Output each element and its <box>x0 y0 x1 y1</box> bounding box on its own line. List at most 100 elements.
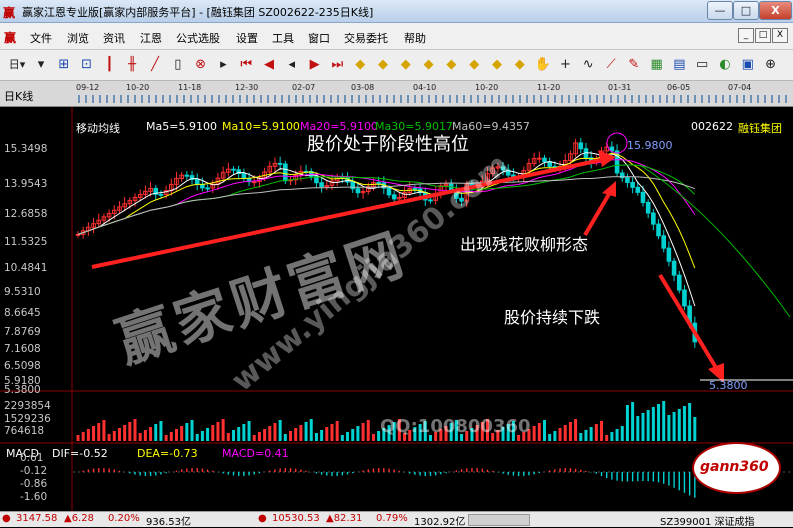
minimize-button[interactable]: — <box>707 1 733 20</box>
crosshair-icon[interactable]: + <box>556 56 574 74</box>
close-button[interactable]: X <box>759 1 792 20</box>
mdi-close-button[interactable]: X <box>772 28 788 43</box>
next-icon[interactable]: ▶ <box>306 56 324 74</box>
ma10-value: Ma10=5.9100 <box>222 120 300 133</box>
prev-icon[interactable]: ◀ <box>260 56 278 74</box>
gann-diamond-icon-6[interactable]: ◆ <box>465 56 483 74</box>
date-label: 11-18 <box>178 83 202 92</box>
volume-bar <box>304 422 308 441</box>
candle-body <box>75 233 81 236</box>
refresh-icon[interactable]: ◐ <box>716 56 734 74</box>
tab-daily-kline[interactable]: 日K线 <box>4 88 33 104</box>
maximize-button[interactable]: □ <box>733 1 759 20</box>
stock-name: 融钰集团 <box>738 122 782 135</box>
mdi-minimize-button[interactable]: _ <box>738 28 754 43</box>
volume-bar <box>625 405 629 441</box>
volume-bar <box>232 430 235 441</box>
mdi-restore-button[interactable]: □ <box>755 28 771 43</box>
volume-bar <box>102 420 106 441</box>
volume-bar <box>180 426 184 441</box>
window-icon[interactable]: ▭ <box>693 56 711 74</box>
kline-icon[interactable]: ┃ <box>100 56 118 74</box>
date-label: 11-20 <box>537 83 561 92</box>
volume-bar <box>143 430 147 441</box>
candle-body <box>283 163 288 182</box>
chart-type-icon[interactable]: ⊞ <box>55 56 73 74</box>
volume-bar <box>200 431 204 441</box>
menu-window[interactable]: 窗口 <box>308 30 330 46</box>
title-bar: 赢 赢家江恩专业版[赢家内部服务平台] - [融钰集团 SZ002622-235… <box>0 0 793 23</box>
volume-bar <box>563 425 567 441</box>
volume-bar <box>128 422 132 441</box>
watermark-qq: QQ:100800360 <box>380 416 531 437</box>
volume-bar <box>636 416 640 441</box>
candle-body <box>231 168 236 171</box>
date-label: 06-05 <box>667 83 691 92</box>
gann-diamond-icon-8[interactable]: ◆ <box>511 56 529 74</box>
pattern-arrow-head <box>602 181 616 197</box>
indicator-icon-2[interactable]: ⊗ <box>192 56 210 74</box>
last-icon[interactable]: ⏭ <box>328 56 346 74</box>
candle-body <box>578 142 584 150</box>
macd-dea: DEA=-0.73 <box>137 447 198 460</box>
zoom-icon[interactable]: ⊕ <box>762 56 780 74</box>
volume-bar <box>123 425 127 441</box>
gann-diamond-icon[interactable]: ◆ <box>351 56 369 74</box>
volume-bar <box>568 422 572 441</box>
chart-area[interactable]: 移动均线 Ma5=5.9100 Ma10=5.9100 Ma20=5.9100 … <box>0 107 793 522</box>
line-icon[interactable]: ╱ <box>146 56 164 74</box>
candle-body <box>682 289 687 307</box>
candle-body <box>542 157 547 163</box>
gann-diamond-icon-2[interactable]: ◆ <box>374 56 392 74</box>
candle-body <box>625 177 630 183</box>
gann-diamond-icon-7[interactable]: ◆ <box>488 56 506 74</box>
move-left-icon[interactable]: ▸ <box>214 56 232 74</box>
volume-bar <box>211 425 215 441</box>
menu-browse[interactable]: 浏览 <box>67 30 89 46</box>
indicator-icon[interactable]: ⊡ <box>78 56 96 74</box>
volume-bar <box>138 433 142 441</box>
grid-icon[interactable]: ▤ <box>670 56 688 74</box>
macd-tick: -1.60 <box>20 491 48 503</box>
volume-bar <box>283 434 287 441</box>
window-icon-2[interactable]: ▣ <box>739 56 757 74</box>
draw-icon[interactable]: ✎ <box>625 56 643 74</box>
volume-bar <box>351 429 355 441</box>
hand-icon[interactable]: ✋ <box>534 56 552 74</box>
volume-bar <box>688 403 692 441</box>
volume-bar <box>273 423 277 441</box>
menu-gann[interactable]: 江恩 <box>140 30 162 46</box>
candle-icon[interactable]: ▯ <box>169 56 187 74</box>
menu-trade[interactable]: 交易委托 <box>344 30 388 46</box>
volume-tick: 2293854 <box>4 400 51 412</box>
gann-diamond-icon-3[interactable]: ◆ <box>397 56 415 74</box>
volume-bar <box>667 415 671 441</box>
bar-icon[interactable]: ╫ <box>123 56 141 74</box>
candle-body <box>241 172 247 179</box>
volume-bar <box>335 421 339 441</box>
gann-diamond-icon-4[interactable]: ◆ <box>420 56 438 74</box>
volume-bar <box>117 428 121 441</box>
period-dropdown-icon[interactable]: ▾ <box>32 56 50 74</box>
left-icon[interactable]: ◂ <box>283 56 301 74</box>
first-icon[interactable]: ⏮ <box>237 56 255 74</box>
pattern-arrow <box>583 187 614 237</box>
menu-file[interactable]: 文件 <box>30 30 52 46</box>
status-scrollbar[interactable] <box>468 514 530 526</box>
menu-tools[interactable]: 工具 <box>272 30 294 46</box>
macd-tick: -0.86 <box>20 478 48 490</box>
menu-info[interactable]: 资讯 <box>103 30 125 46</box>
volume-bar <box>309 419 313 441</box>
menu-formula[interactable]: 公式选股 <box>176 30 220 46</box>
menu-settings[interactable]: 设置 <box>236 30 258 46</box>
calendar-icon[interactable]: ▦ <box>648 56 666 74</box>
wave-icon[interactable]: ∿ <box>579 56 597 74</box>
gann-diamond-icon-5[interactable]: ◆ <box>442 56 460 74</box>
period-selector[interactable]: 日▾ <box>4 56 30 74</box>
price-tick: 5.3800 <box>4 384 41 396</box>
volume-bar <box>558 428 562 441</box>
macd-tick: -0.12 <box>20 465 48 477</box>
annotation-falling: 股价持续下跌 <box>504 308 601 327</box>
menu-help[interactable]: 帮助 <box>404 30 426 46</box>
trend-icon[interactable]: ⟋ <box>602 56 620 74</box>
